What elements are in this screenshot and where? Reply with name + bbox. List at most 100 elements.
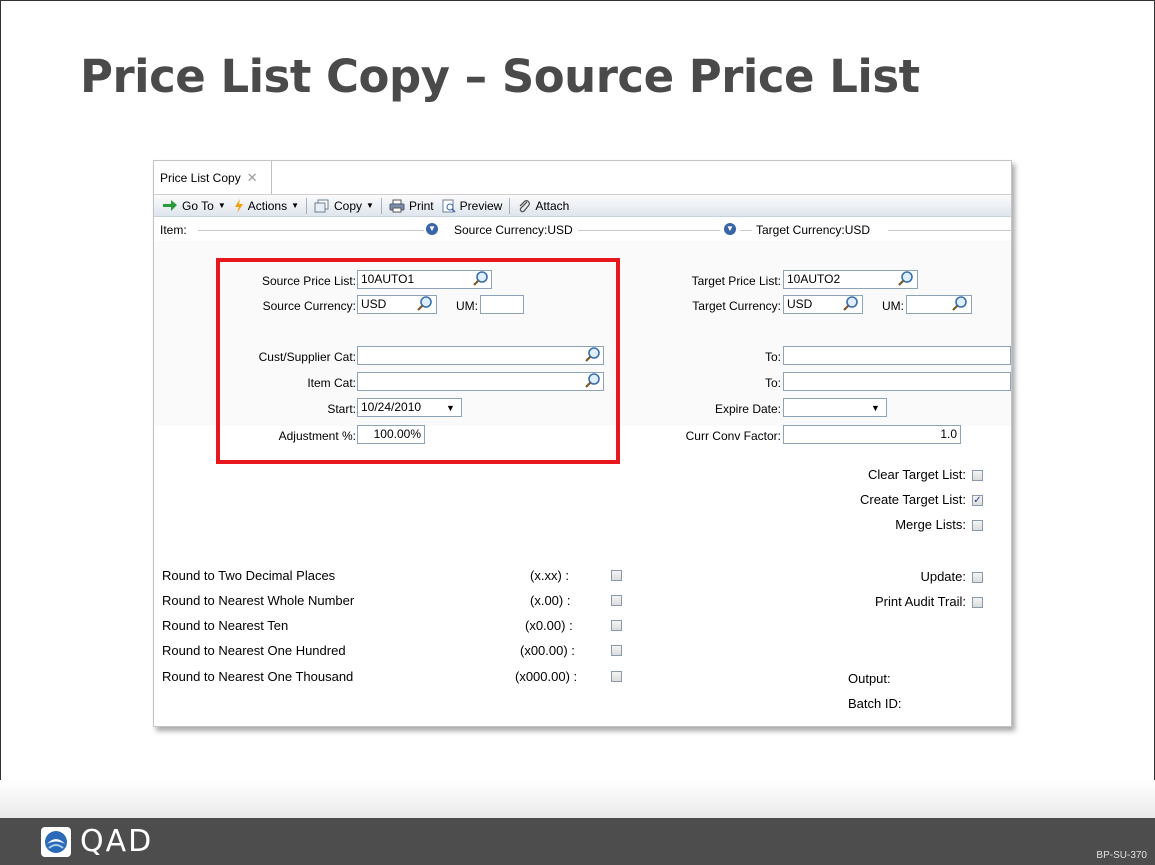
item-cat-input[interactable] [357,372,604,391]
rounding-checkbox[interactable] [611,671,622,682]
search-icon[interactable] [951,295,969,313]
rounding-format: (x.00) : [530,593,571,608]
goto-button[interactable]: Go To ▼ [158,196,230,216]
rounding-label: Round to Nearest One Hundred [162,643,346,658]
toolbar-separator [380,197,382,214]
qad-logo: QAD [40,824,153,859]
update-checkbox[interactable] [972,572,983,583]
chevron-down-icon: ▼ [291,201,300,210]
update-label: Update: [920,569,966,584]
goto-arrow-icon [163,199,177,211]
to-cust-cat-input[interactable] [783,346,1011,365]
adjustment-input[interactable]: 100.00% [357,425,425,444]
copy-label: Copy [334,198,363,213]
preview-label: Preview [459,198,503,213]
lightning-icon [234,198,243,213]
rounding-checkbox[interactable] [611,620,622,631]
cust-supplier-cat-input[interactable] [357,346,604,365]
filter-divider [198,230,424,231]
merge-lists-checkbox[interactable] [972,520,983,531]
attach-button[interactable]: Attach [513,196,573,216]
chevron-down-icon: ▼ [366,201,374,210]
filter-divider [740,230,752,231]
rounding-label: Round to Two Decimal Places [162,568,336,583]
filter-divider [578,230,720,231]
price-list-copy-window: Price List Copy ✕ Go To ▼ Actions ▼ Copy… [153,160,1012,727]
adjustment-label: Adjustment %: [278,429,356,443]
search-icon[interactable] [416,295,434,313]
output-label: Output: [848,671,891,686]
print-audit-trail-checkbox[interactable] [972,597,983,608]
goto-label: Go To [182,198,214,213]
filter-target-currency: Target Currency:USD [756,223,875,237]
create-target-list-label: Create Target List: [860,492,966,507]
search-icon[interactable] [584,346,602,364]
tab-bar: Price List Copy ✕ [154,161,1011,195]
source-currency-label: Source Currency: [262,299,356,313]
close-icon[interactable]: ✕ [247,170,258,186]
chevron-down-icon: ▼ [217,201,226,210]
copy-icon [314,199,329,212]
expand-down-icon[interactable]: ▼ [724,223,736,235]
curr-conv-factor-label: Curr Conv Factor: [685,429,781,443]
slide-code: BP-SU-370 [1096,850,1147,861]
filter-item-label: Item: [160,223,191,237]
rounding-format: (x000.00) : [515,669,578,684]
tab-price-list-copy[interactable]: Price List Copy ✕ [154,161,272,194]
clear-target-list-label: Clear Target List: [867,467,966,482]
qad-logo-text: QAD [80,824,154,859]
target-um-label: UM: [882,299,904,313]
preview-button[interactable]: Preview [438,196,507,216]
rounding-checkbox[interactable] [611,645,622,656]
rounding-format: (x0.00) : [525,618,573,633]
batch-id-label: Batch ID: [848,696,902,711]
start-label: Start: [327,402,356,416]
print-label: Print [408,198,434,213]
copy-button[interactable]: Copy ▼ [310,196,378,216]
print-button[interactable]: Print [385,196,438,216]
paperclip-icon [519,199,531,212]
merge-lists-label: Merge Lists: [895,517,966,532]
search-icon[interactable] [842,295,860,313]
cust-supplier-cat-label: Cust/Supplier Cat: [258,350,356,364]
attach-label: Attach [535,198,570,213]
source-price-list-label: Source Price List: [261,274,356,288]
target-price-list-label: Target Price List: [691,274,781,288]
toolbar: Go To ▼ Actions ▼ Copy ▼ Print Preview A… [154,195,1011,217]
to-item-cat-label: To: [764,376,781,390]
print-audit-trail-label: Print Audit Trail: [874,594,966,609]
qad-logo-icon [41,826,71,857]
filter-bar: Item: ▼ Source Currency:USD ▼ Target Cur… [154,221,1011,239]
search-icon[interactable] [897,270,915,288]
rounding-checkbox[interactable] [611,595,622,606]
toolbar-separator [306,197,308,214]
dropdown-arrow-icon[interactable]: ▼ [871,403,880,413]
create-target-list-checkbox[interactable]: ✓ [972,495,983,506]
item-cat-label: Item Cat: [307,376,356,390]
footer-bar: QAD BP-SU-370 [0,818,1155,865]
search-icon[interactable] [472,270,490,288]
rounding-checkbox[interactable] [611,570,622,581]
rounding-format: (x.xx) : [530,568,569,583]
rounding-label: Round to Nearest One Thousand [162,669,354,684]
rounding-format: (x00.00) : [520,643,575,658]
source-um-label: UM: [456,299,478,313]
expire-date-label: Expire Date: [714,402,781,416]
filter-divider [888,230,1011,231]
to-cust-cat-label: To: [764,350,781,364]
rounding-label: Round to Nearest Ten [162,618,289,633]
expand-down-icon[interactable]: ▼ [426,223,438,235]
target-currency-label: Target Currency: [692,299,781,313]
footer-fade [0,780,1155,820]
curr-conv-factor-input[interactable]: 1.0 [783,425,961,444]
dropdown-arrow-icon[interactable]: ▼ [446,403,455,413]
search-icon[interactable] [584,372,602,390]
toolbar-separator [509,197,511,214]
to-item-cat-input[interactable] [783,372,1011,391]
tab-label: Price List Copy [160,170,241,185]
source-um-input[interactable] [480,295,524,314]
slide-title: Price List Copy – Source Price List [80,50,920,103]
actions-button[interactable]: Actions ▼ [230,196,303,216]
rounding-label: Round to Nearest Whole Number [162,593,355,608]
clear-target-list-checkbox[interactable] [972,470,983,481]
